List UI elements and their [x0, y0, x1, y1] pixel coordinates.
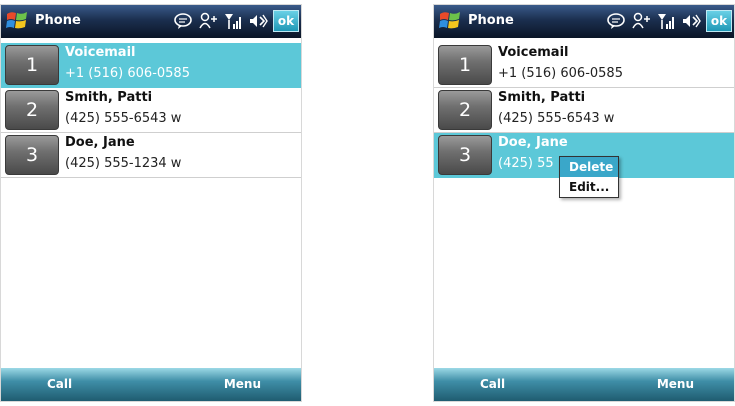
connectivity-icon[interactable]: [197, 10, 219, 32]
edit-menu-item[interactable]: Edit...: [560, 177, 618, 197]
speed-dial-number: 3: [5, 135, 59, 175]
contact-number: +1 (516) 606-0585: [498, 66, 623, 81]
title-bar: Phone ok: [1, 5, 301, 38]
speed-dial-item[interactable]: 1 Voicemail +1 (516) 606-0585: [434, 43, 734, 88]
contact-name: Smith, Patti: [498, 90, 586, 105]
speed-dial-number: 3: [438, 135, 492, 175]
contact-name: Doe, Jane: [498, 135, 568, 150]
contact-number: (425) 555-6543 w: [65, 111, 182, 126]
speed-dial-number: 2: [438, 90, 492, 130]
speed-dial-item[interactable]: 3 Doe, Jane (425) 555-1234 w: [1, 133, 301, 178]
windows-start-icon[interactable]: [4, 9, 30, 33]
speed-dial-number: 1: [438, 45, 492, 85]
softkey-bar: Call Menu: [434, 368, 734, 401]
contact-name: Voicemail: [498, 45, 569, 60]
ok-button[interactable]: ok: [706, 10, 732, 32]
title-bar: Phone ok: [434, 5, 734, 38]
speaker-icon[interactable]: [680, 10, 702, 32]
messaging-icon[interactable]: [172, 10, 194, 32]
signal-icon[interactable]: [222, 10, 244, 32]
delete-menu-item[interactable]: Delete: [560, 157, 618, 177]
contact-name: Doe, Jane: [65, 135, 135, 150]
speed-dial-item[interactable]: 2 Smith, Patti (425) 555-6543 w: [434, 88, 734, 133]
speed-dial-number: 1: [5, 45, 59, 85]
softkey-bar: Call Menu: [1, 368, 301, 401]
speed-dial-item[interactable]: 1 Voicemail +1 (516) 606-0585: [1, 43, 301, 88]
contact-number: (425) 55: [498, 156, 554, 171]
app-title: Phone: [468, 13, 514, 28]
app-title: Phone: [35, 13, 81, 28]
contact-number: (425) 555-1234 w: [65, 156, 182, 171]
signal-icon[interactable]: [655, 10, 677, 32]
speed-dial-item[interactable]: 2 Smith, Patti (425) 555-6543 w: [1, 88, 301, 133]
contact-number: +1 (516) 606-0585: [65, 66, 190, 81]
status-tray: ok: [169, 10, 299, 32]
status-tray: ok: [602, 10, 732, 32]
contact-name: Voicemail: [65, 45, 136, 60]
menu-softkey[interactable]: Menu: [224, 377, 261, 391]
speed-dial-number: 2: [5, 90, 59, 130]
phone-screen-left: Phone ok 1 Voicemail +1 (516) 606-0585 2: [0, 4, 302, 402]
ok-button[interactable]: ok: [273, 10, 299, 32]
call-softkey[interactable]: Call: [47, 377, 72, 391]
speed-dial-list: 1 Voicemail +1 (516) 606-0585 2 Smith, P…: [1, 43, 301, 178]
contact-name: Smith, Patti: [65, 90, 153, 105]
context-menu: Delete Edit...: [559, 156, 619, 198]
phone-screen-right: Phone ok 1 Voicemail +1 (516) 606-0585 2: [433, 4, 735, 402]
messaging-icon[interactable]: [605, 10, 627, 32]
contact-number: (425) 555-6543 w: [498, 111, 615, 126]
connectivity-icon[interactable]: [630, 10, 652, 32]
windows-start-icon[interactable]: [437, 9, 463, 33]
menu-softkey[interactable]: Menu: [657, 377, 694, 391]
call-softkey[interactable]: Call: [480, 377, 505, 391]
speaker-icon[interactable]: [247, 10, 269, 32]
